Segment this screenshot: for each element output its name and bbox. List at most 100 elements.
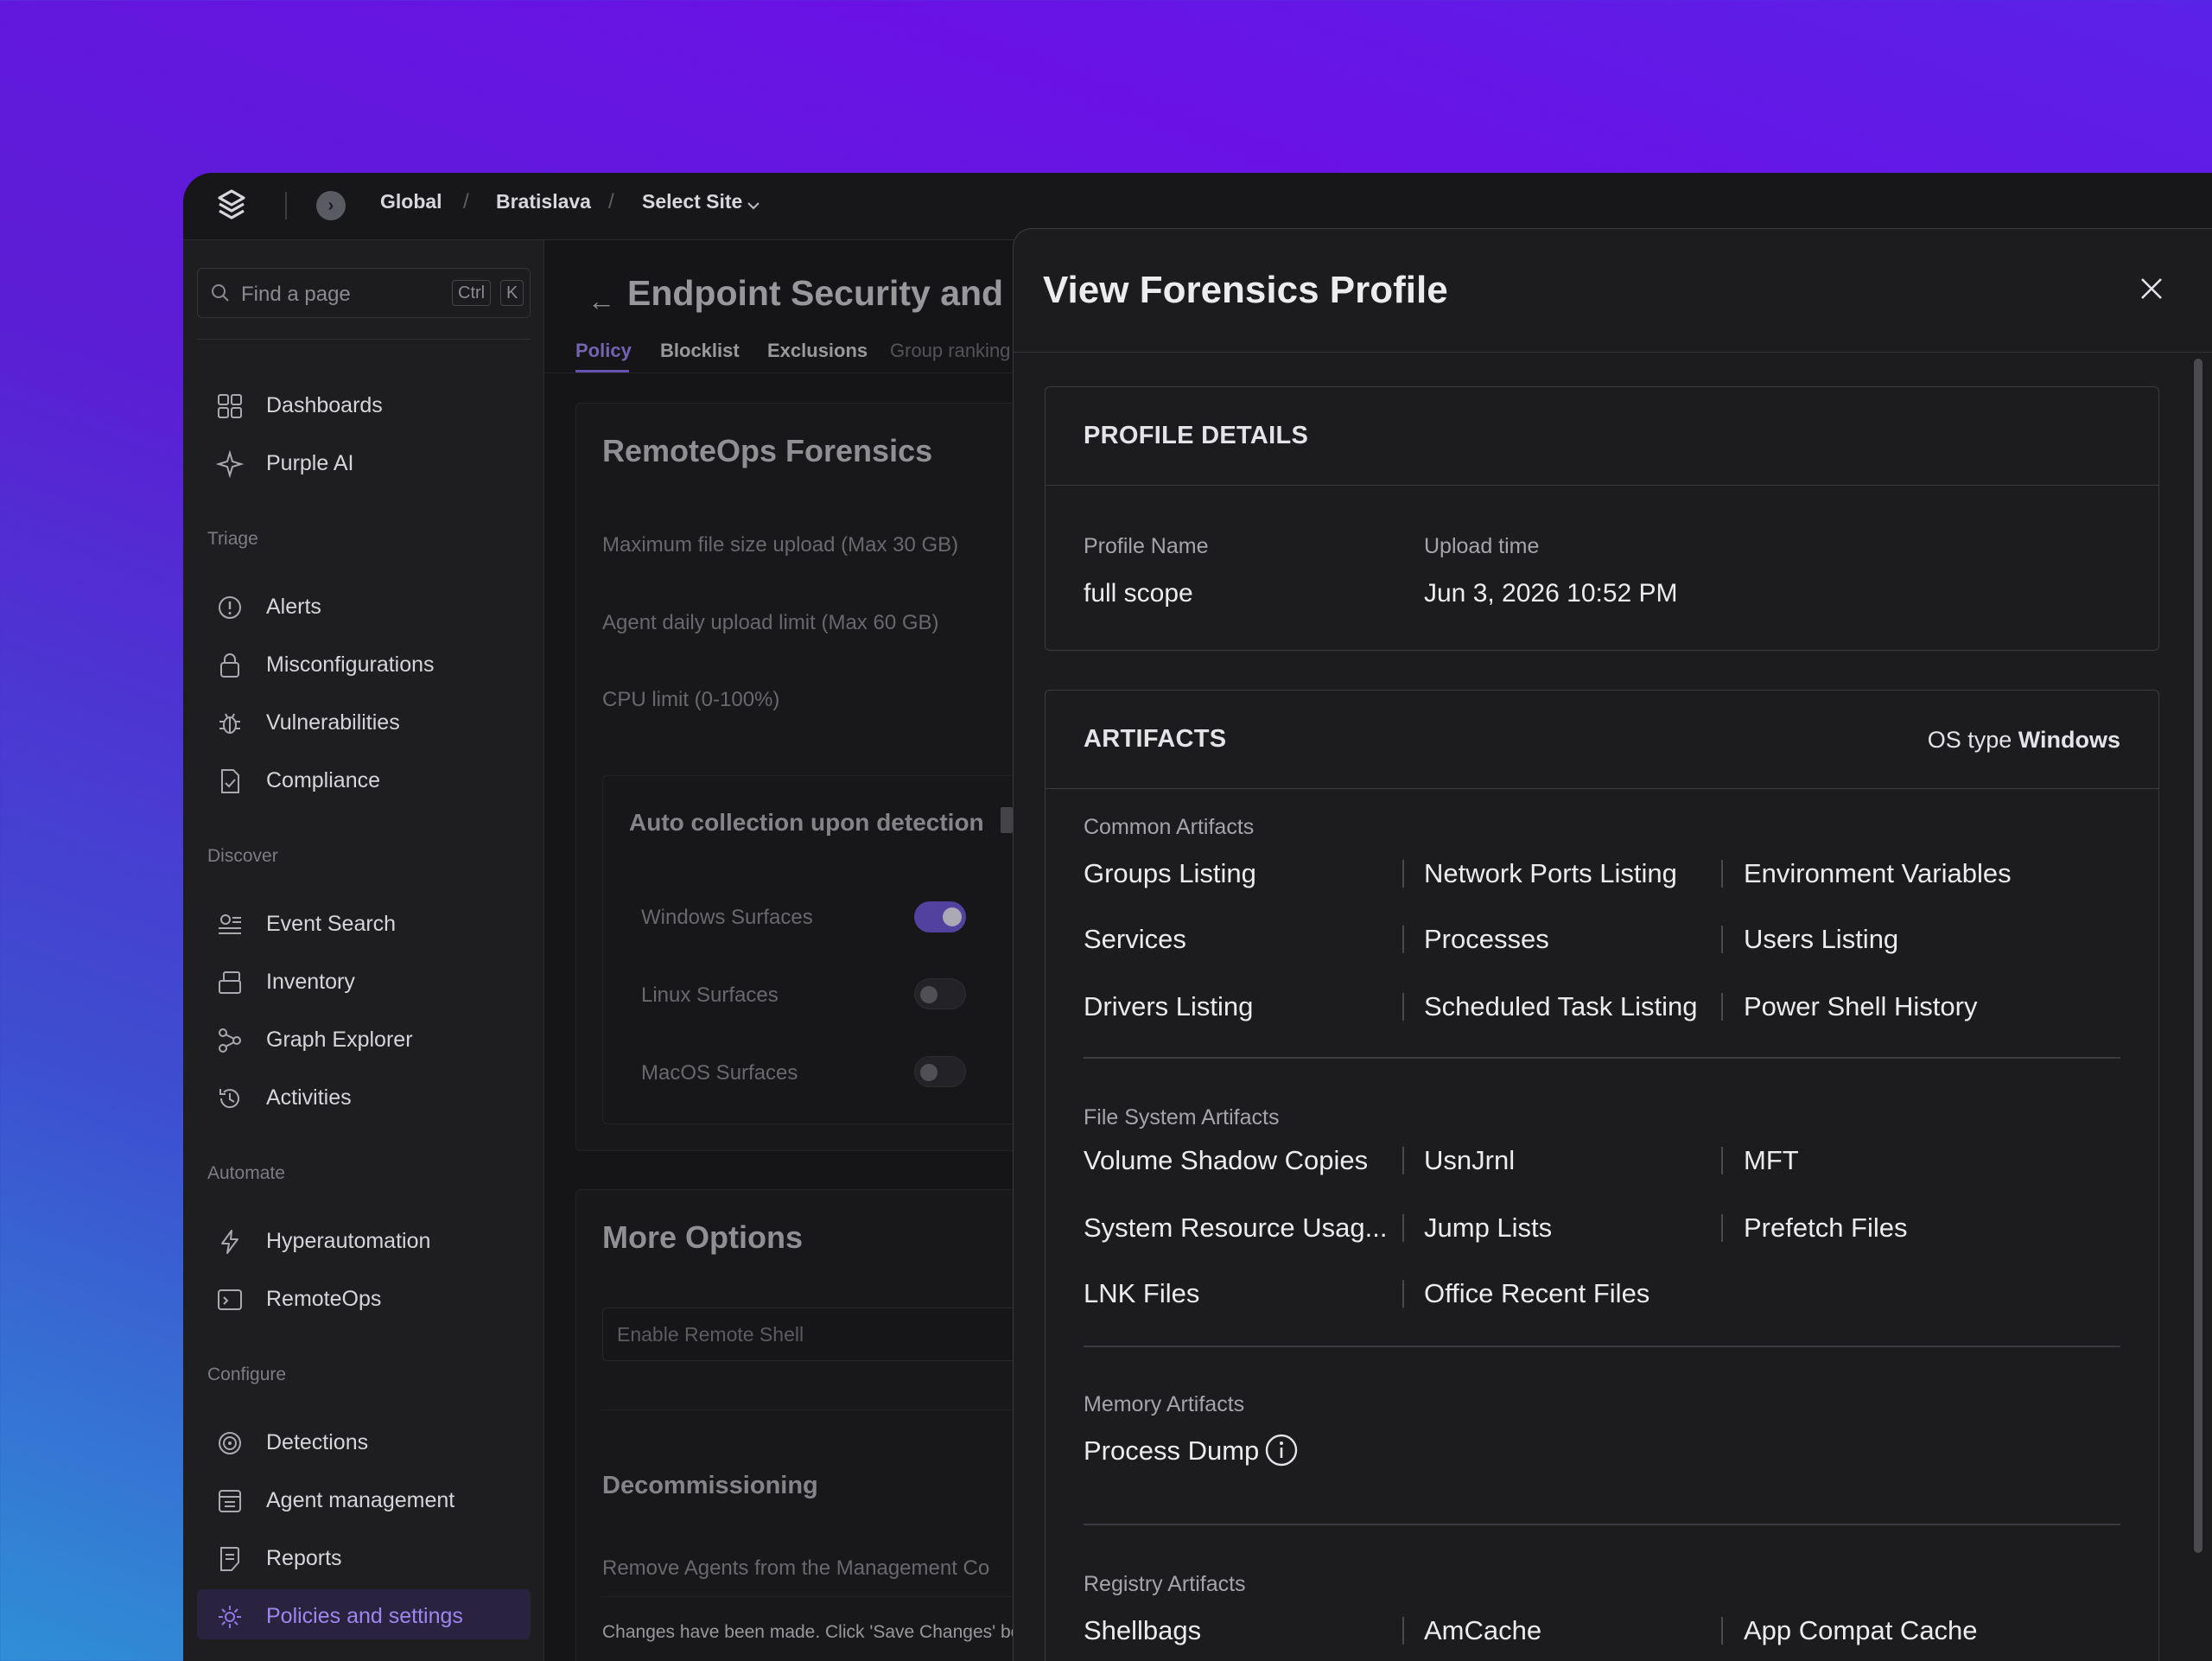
sidebar: Find a page Ctrl K Dashboards Purple AI … [183,240,544,1661]
close-icon[interactable] [2137,274,2166,303]
column-separator [1402,1147,1404,1174]
forensics-profile-drawer: View Forensics Profile PROFILE DETAILS P… [1013,228,2212,1661]
artifact-item: Users Listing [1744,924,1899,954]
column-separator [1721,1617,1723,1645]
sidebar-item-label: Reports [266,1546,342,1570]
registry-artifacts-title: Registry Artifacts [1084,1572,1246,1596]
shortcut-k: K [500,280,524,306]
sidebar-item-label: Policies and settings [266,1604,463,1628]
history-icon [219,1089,239,1109]
artifact-item: LNK Files [1084,1278,1200,1308]
sidebar-item-graph-explorer[interactable]: Graph Explorer [197,1013,531,1063]
search-icon [212,284,229,302]
sidebar-item-policies-and-settings[interactable]: Policies and settings [197,1589,531,1639]
sidebar-item-misconfigurations[interactable]: Misconfigurations [197,638,531,688]
artifact-item: Services [1084,924,1186,954]
search-placeholder: Find a page [241,283,351,306]
document-check-icon [221,769,239,793]
chevron-down-icon[interactable] [747,200,760,211]
sidebar-item-label: Detections [266,1430,369,1454]
upload-time-value: Jun 3, 2026 10:52 PM [1424,579,1678,608]
sidebar-item-inventory[interactable]: Inventory [197,955,531,1005]
sidebar-item-compliance[interactable]: Compliance [197,754,531,804]
list-search-icon [219,914,241,934]
section-automate: Automate [207,1163,285,1183]
column-separator [1402,1280,1404,1308]
drawer-header-divider [1014,352,2212,353]
file-system-artifacts-title: File System Artifacts [1084,1105,1280,1130]
sidebar-item-reports[interactable]: Reports [197,1531,531,1581]
artifact-item: Scheduled Task Listing [1424,991,1698,1021]
settings-icon [219,1606,241,1628]
scope-arrow-icon[interactable]: › [316,191,346,220]
bolt-icon [221,1230,238,1254]
logo-icon[interactable] [214,188,249,223]
report-icon [220,1547,239,1571]
artifact-item: Shellbags [1084,1615,1202,1645]
drawer-scrollbar[interactable] [2194,359,2202,1553]
select-site-dropdown[interactable]: Select Site [642,190,742,213]
breadcrumb-separator: / [463,190,469,213]
sidebar-item-alerts[interactable]: Alerts [197,580,531,630]
sidebar-divider [197,339,531,340]
agent-icon [219,1490,241,1512]
breadcrumb-bratislava[interactable]: Bratislava [496,190,591,213]
column-separator [1402,1617,1404,1645]
column-separator [1721,1147,1723,1174]
section-discover: Discover [207,846,278,866]
artifact-item: Environment Variables [1744,858,2012,888]
column-separator [1721,926,1723,953]
sidebar-item-vulnerabilities[interactable]: Vulnerabilities [197,696,531,746]
sidebar-item-label: Vulnerabilities [266,710,400,735]
artifact-item: UsnJrnl [1424,1145,1516,1175]
shortcut-ctrl: Ctrl [452,280,492,306]
inventory-icon [219,971,241,994]
artifact-item: Power Shell History [1744,991,1978,1021]
artifact-item: Process Dump [1084,1435,1260,1466]
breadcrumb-separator: / [608,190,614,213]
sidebar-item-label: Agent management [266,1488,455,1512]
sidebar-item-dashboards[interactable]: Dashboards [197,379,531,429]
artifact-item: AmCache [1424,1615,1542,1645]
artifact-item: Drivers Listing [1084,991,1254,1021]
sidebar-item-label: Inventory [266,970,355,994]
sidebar-item-purple-ai[interactable]: Purple AI [197,436,531,487]
artifacts-panel: ARTIFACTS OS type Windows Common Artifac… [1045,690,2159,1661]
topbar-divider [285,192,287,220]
sidebar-item-label: Activities [266,1085,352,1110]
column-separator [1402,1214,1404,1242]
sidebar-item-hyperautomation[interactable]: Hyperautomation [197,1214,531,1264]
grid-icon [218,394,242,418]
section-configure: Configure [207,1365,287,1384]
artifact-item: Network Ports Listing [1424,858,1677,888]
sidebar-item-label: Event Search [266,912,397,936]
sidebar-item-label: Alerts [266,595,321,619]
profile-name-label: Profile Name [1084,534,1209,558]
profile-details-heading: PROFILE DETAILS [1084,422,1309,449]
artifact-item: System Resource Usag... [1084,1212,1388,1243]
artifact-item: Prefetch Files [1744,1212,1908,1243]
sidebar-item-activities[interactable]: Activities [197,1071,531,1121]
artifacts-heading: ARTIFACTS [1084,725,1227,753]
column-separator [1721,860,1723,888]
info-icon[interactable] [1265,1434,1298,1467]
sidebar-item-detections[interactable]: Detections [197,1416,531,1466]
profile-details-panel: PROFILE DETAILS Profile Name full scope … [1045,386,2159,651]
artifact-item: Jump Lists [1424,1212,1553,1243]
bug-icon [219,713,240,734]
sidebar-item-event-search[interactable]: Event Search [197,897,531,947]
artifact-item: Office Recent Files [1424,1278,1650,1308]
sidebar-item-agent-management[interactable]: Agent management [197,1473,531,1524]
artifact-item: App Compat Cache [1744,1615,1978,1645]
os-type: OS type Windows [1928,727,2120,754]
os-type-value: Windows [2018,727,2120,753]
find-page-search[interactable]: Find a page Ctrl K [197,268,531,318]
sidebar-item-label: Misconfigurations [266,652,435,677]
breadcrumb-global[interactable]: Global [380,190,442,213]
artifact-item: Volume Shadow Copies [1084,1145,1369,1175]
column-separator [1402,993,1404,1021]
radar-icon [219,1432,241,1454]
group-divider [1084,1524,2120,1525]
sidebar-item-remoteops[interactable]: RemoteOps [197,1272,531,1322]
common-artifacts-title: Common Artifacts [1084,815,1255,839]
